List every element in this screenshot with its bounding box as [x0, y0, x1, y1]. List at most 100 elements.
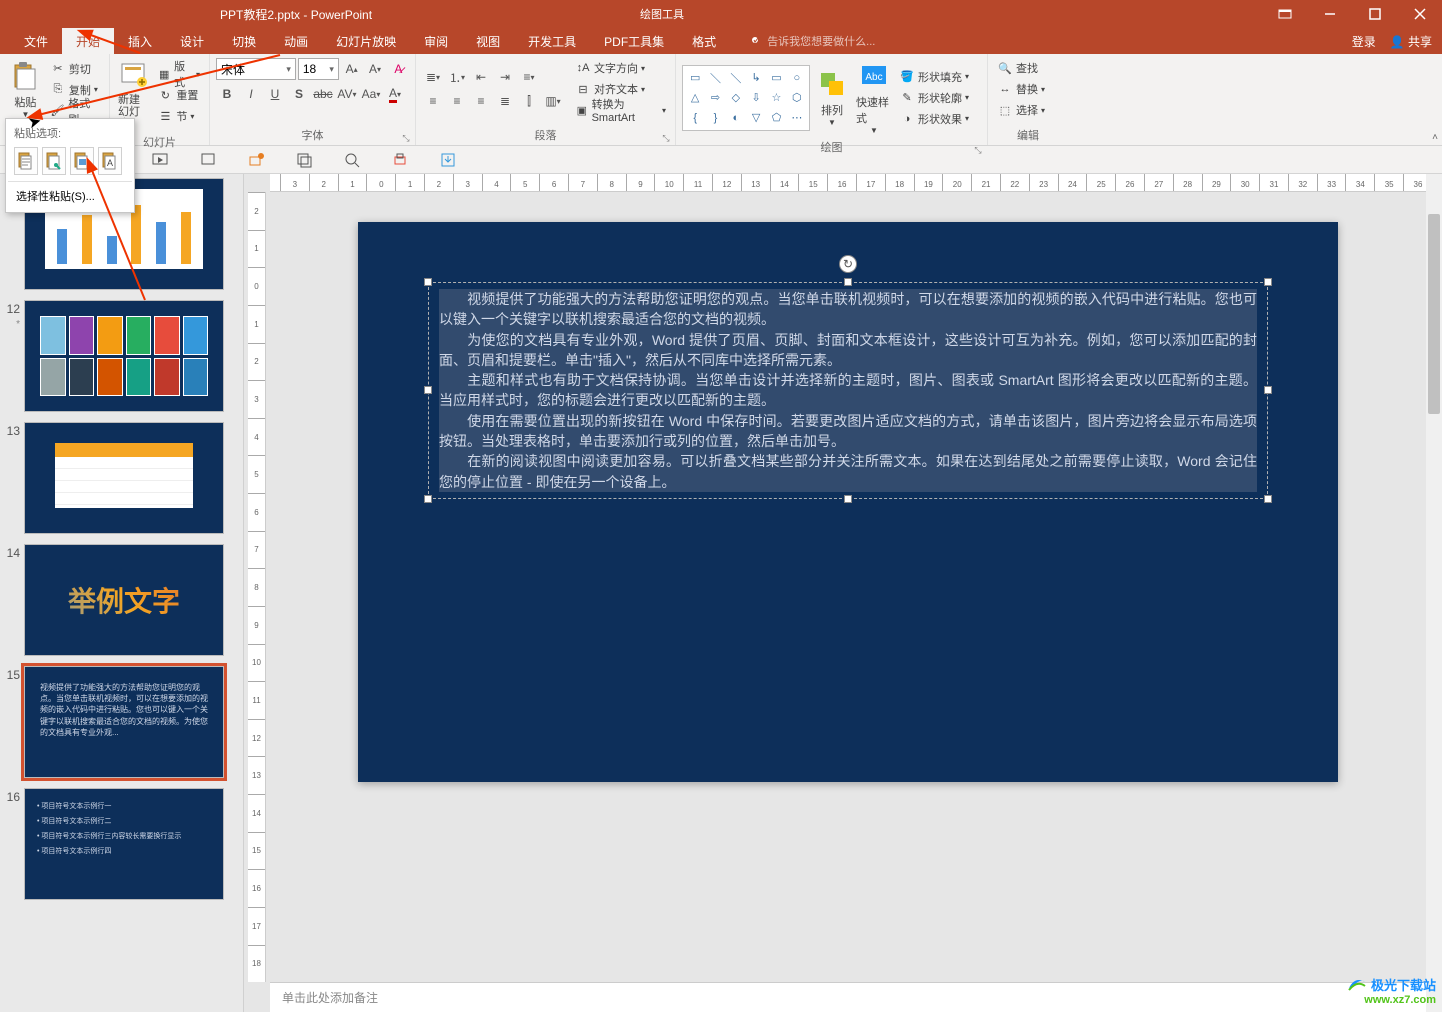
resize-handle[interactable]: [424, 278, 432, 286]
paste-keep-source-formatting[interactable]: [42, 147, 66, 175]
shape-line2-icon[interactable]: ＼: [726, 68, 746, 88]
tab-animations[interactable]: 动画: [270, 28, 322, 54]
strikethrough-button[interactable]: abc: [312, 84, 334, 104]
shape-star-icon[interactable]: ☆: [766, 88, 786, 108]
resize-handle[interactable]: [1264, 278, 1272, 286]
justify-button[interactable]: ≣: [494, 91, 516, 111]
paste-special-menuitem[interactable]: 选择性粘贴(S)...: [8, 184, 132, 208]
tab-format[interactable]: 格式: [678, 28, 730, 54]
resize-handle[interactable]: [1264, 495, 1272, 503]
line-spacing-button[interactable]: ≡▾: [518, 67, 540, 87]
thumbnail-item[interactable]: 14 举例文字: [4, 544, 235, 656]
thumbnail-item[interactable]: 16 • 项目符号文本示例行一• 项目符号文本示例行二• 项目符号文本示例行三内…: [4, 788, 235, 900]
reset-button[interactable]: ↻重置: [154, 85, 203, 105]
slide-thumbnail-panel[interactable]: 12* 13 14 举例文字 15 视频提供了功能强大的方法帮助您证明您的观点。…: [0, 174, 244, 1012]
qat-from-beginning[interactable]: [150, 150, 170, 170]
font-color-button[interactable]: A▾: [384, 84, 406, 104]
distribute-button[interactable]: ⫿: [518, 91, 540, 111]
shape-callout-icon[interactable]: ◐: [726, 108, 746, 128]
shape-line-icon[interactable]: ＼: [705, 68, 725, 88]
replace-button[interactable]: ↔替换▾: [994, 79, 1062, 99]
slide-paragraph[interactable]: 在新的阅读视图中阅读更加容易。可以折叠文档某些部分并关注所需文本。如果在达到结尾…: [439, 451, 1257, 492]
convert-smartart-button[interactable]: ▣转换为 SmartArt▾: [572, 100, 669, 120]
align-center-button[interactable]: ≡: [446, 91, 468, 111]
font-name-combo[interactable]: 宋体▾: [216, 58, 296, 80]
paste-use-destination-theme[interactable]: [14, 147, 38, 175]
bullets-button[interactable]: ≣▾: [422, 67, 444, 87]
tab-review[interactable]: 审阅: [410, 28, 462, 54]
quick-styles-button[interactable]: Abc 快速样式▼: [854, 58, 894, 137]
shape-brace-icon[interactable]: {: [685, 108, 705, 128]
maximize-button[interactable]: [1352, 0, 1397, 28]
align-left-button[interactable]: ≡: [422, 91, 444, 111]
share-button[interactable]: 👤 共享: [1390, 33, 1432, 50]
columns-button[interactable]: ▥▾: [542, 91, 564, 111]
tab-transitions[interactable]: 切换: [218, 28, 270, 54]
qat-zoom[interactable]: [342, 150, 362, 170]
thumbnail-item[interactable]: 15 视频提供了功能强大的方法帮助您证明您的观点。当您单击联机视频时，可以在想要…: [4, 666, 235, 778]
layout-button[interactable]: ▦版式▾: [154, 64, 203, 84]
paragraph-dialog-launcher[interactable]: ⤡: [661, 133, 671, 143]
qat-save[interactable]: [438, 150, 458, 170]
increase-font-button[interactable]: A▴: [341, 59, 362, 79]
shape-arrow-icon[interactable]: ⇨: [705, 88, 725, 108]
notes-pane[interactable]: 单击此处添加备注: [270, 982, 1442, 1012]
slide-paragraph[interactable]: 使用在需要位置出现的新按钮在 Word 中保存时间。若要更改图片适应文档的方式，…: [439, 411, 1257, 452]
qat-new-slide[interactable]: [198, 150, 218, 170]
arrange-button[interactable]: 排列▼: [812, 66, 852, 129]
shape-textbox-icon[interactable]: ▭: [685, 68, 705, 88]
tab-pdf-tools[interactable]: PDF工具集: [590, 28, 678, 54]
change-case-button[interactable]: Aa▾: [360, 84, 382, 104]
qat-redo[interactable]: [294, 150, 314, 170]
tab-file[interactable]: 文件: [10, 28, 62, 54]
minimize-button[interactable]: [1307, 0, 1352, 28]
decrease-font-button[interactable]: A▾: [364, 59, 385, 79]
tab-slideshow[interactable]: 幻灯片放映: [322, 28, 410, 54]
slide-paragraph[interactable]: 为使您的文档具有专业外观，Word 提供了页眉、页脚、封面和文本框设计，这些设计…: [439, 330, 1257, 371]
shape-effects-button[interactable]: ◑形状效果▾: [896, 109, 972, 129]
font-size-combo[interactable]: 18▾: [298, 58, 339, 80]
shape-diamond-icon[interactable]: ◇: [726, 88, 746, 108]
find-button[interactable]: 🔍查找: [994, 58, 1062, 78]
content-textbox[interactable]: 视频提供了功能强大的方法帮助您证明您的观点。当您单击联机视频时，可以在想要添加的…: [428, 282, 1268, 499]
char-spacing-button[interactable]: AV▾: [336, 84, 358, 104]
numbering-button[interactable]: ⒈▾: [446, 67, 468, 87]
paste-text-only[interactable]: A: [98, 147, 122, 175]
shapes-gallery[interactable]: ▭＼＼↳▭○ △⇨◇⇩☆⬡ {}◐▽⬠⋯: [682, 65, 810, 131]
cut-button[interactable]: ✂剪切: [47, 59, 103, 79]
select-button[interactable]: ⬚选择▾: [994, 100, 1062, 120]
drawing-dialog-launcher[interactable]: ⤡: [973, 145, 983, 155]
shape-connector-icon[interactable]: ↳: [746, 68, 766, 88]
shape-outline-button[interactable]: ✎形状轮廓▾: [896, 88, 972, 108]
slide-paragraph[interactable]: 视频提供了功能强大的方法帮助您证明您的观点。当您单击联机视频时，可以在想要添加的…: [439, 289, 1257, 330]
close-button[interactable]: [1397, 0, 1442, 28]
tab-design[interactable]: 设计: [166, 28, 218, 54]
login-button[interactable]: 登录: [1352, 33, 1376, 50]
shape-rect-icon[interactable]: ▭: [766, 68, 786, 88]
collapse-ribbon-button[interactable]: ˄: [1432, 132, 1438, 143]
thumbnail-item[interactable]: 13: [4, 422, 235, 534]
tab-home[interactable]: 开始: [62, 28, 114, 54]
resize-handle[interactable]: [844, 278, 852, 286]
slide-canvas[interactable]: 视频提供了功能强大的方法帮助您证明您的观点。当您单击联机视频时，可以在想要添加的…: [244, 192, 1442, 982]
horizontal-ruler[interactable]: 3210123456789101112131415161718192021222…: [270, 174, 1442, 192]
shape-hex-icon[interactable]: ⬡: [787, 88, 807, 108]
shape-arrow2-icon[interactable]: ⇩: [746, 88, 766, 108]
increase-indent-button[interactable]: ⇥: [494, 67, 516, 87]
slide-paragraph[interactable]: 主题和样式也有助于文档保持协调。当您单击设计并选择新的主题时，图片、图表或 Sm…: [439, 370, 1257, 411]
text-direction-button[interactable]: ↕A文字方向▾: [572, 58, 669, 78]
current-slide[interactable]: 视频提供了功能强大的方法帮助您证明您的观点。当您单击联机视频时，可以在想要添加的…: [358, 222, 1338, 782]
tell-me-search[interactable]: 告诉我您想要做什么...: [750, 33, 875, 49]
shadow-button[interactable]: S: [288, 84, 310, 104]
shape-more1-icon[interactable]: ▽: [746, 108, 766, 128]
tab-view[interactable]: 视图: [462, 28, 514, 54]
paste-picture[interactable]: [70, 147, 94, 175]
resize-handle[interactable]: [1264, 386, 1272, 394]
shape-triangle-icon[interactable]: △: [685, 88, 705, 108]
decrease-indent-button[interactable]: ⇤: [470, 67, 492, 87]
tab-developer[interactable]: 开发工具: [514, 28, 590, 54]
qat-undo[interactable]: [246, 150, 266, 170]
ribbon-display-options[interactable]: [1262, 0, 1307, 28]
shape-more2-icon[interactable]: ⬠: [766, 108, 786, 128]
rotate-handle[interactable]: [839, 255, 857, 273]
